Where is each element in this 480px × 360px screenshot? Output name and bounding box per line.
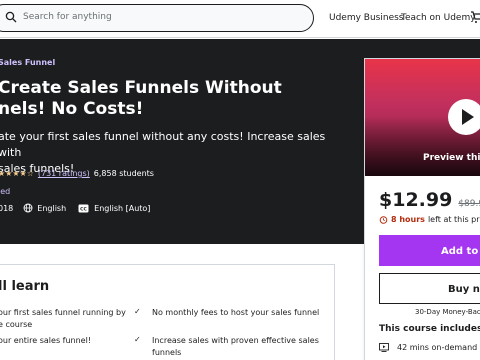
learn-item: our entire sales funnel!: [0, 335, 128, 347]
alarm-clock-icon: [379, 216, 388, 224]
search-icon[interactable]: [5, 11, 17, 23]
learn-item-text: our entire sales funnel!: [0, 336, 92, 345]
preview-label[interactable]: Preview this c: [423, 153, 480, 163]
play-icon[interactable]: [448, 99, 480, 135]
checkmark-icon: ✓: [134, 307, 141, 316]
what-youll-learn-heading: ll learn: [0, 279, 50, 294]
svg-text:CC: CC: [80, 206, 87, 212]
search-bar[interactable]: Search for anything: [0, 4, 314, 32]
price-timer: 8 hours left at this price!: [379, 215, 480, 224]
breadcrumb-sales-funnel[interactable]: Sales Funnel: [0, 58, 55, 67]
timer-hours: 8 hours: [391, 215, 425, 224]
learn-item-text: our first sales funnel running by: [0, 308, 126, 317]
top-navigation-bar: Search for anything Udemy Business Teach…: [0, 0, 480, 38]
course-title-line-1: Create Sales Funnels Without: [0, 78, 282, 98]
search-input[interactable]: Search for anything: [23, 12, 112, 22]
course-meta-row: 018 English CC English [Auto]: [0, 203, 150, 213]
udemy-business-link[interactable]: Udemy Business: [329, 13, 403, 23]
learn-item: Increase sales with proven effective sal…: [152, 335, 332, 359]
purchase-card: Preview this c $12.99 $89.99 8 8 hours l…: [364, 58, 480, 360]
globe-icon: [23, 203, 33, 213]
learn-item-text: Increase sales with proven effective sal…: [152, 336, 319, 345]
course-language: English: [37, 203, 67, 213]
last-updated: 018: [0, 203, 14, 213]
buy-now-button[interactable]: Buy now: [379, 273, 480, 304]
learn-item-text: No monthly fees to host your sales funne…: [152, 308, 320, 317]
course-title: Create Sales Funnels Without nels! No Co…: [0, 78, 298, 120]
current-price: $12.99: [379, 189, 453, 211]
ratings-link[interactable]: (731 ratings): [38, 169, 90, 178]
learn-item: our first sales funnel running by e cour…: [0, 307, 128, 331]
include-video-text: 42 mins on-demand vi: [397, 343, 480, 352]
instructor-link[interactable]: ied: [0, 187, 10, 196]
course-includes-heading: This course includes:: [379, 324, 480, 334]
price-row: $12.99 $89.99 8: [379, 189, 480, 211]
checkmark-icon: ✓: [134, 335, 141, 344]
include-video-item: 42 mins on-demand vi: [379, 343, 480, 352]
course-subtitle-line-1: ate your first sales funnel without any …: [0, 130, 326, 159]
learn-item-text: e course: [0, 320, 33, 329]
closed-captions-icon: CC: [78, 204, 89, 212]
add-to-cart-button[interactable]: Add to ca: [379, 235, 480, 266]
money-back-guarantee: 30-Day Money-Back: [415, 308, 480, 316]
learn-item-text: funnels: [152, 348, 182, 357]
learn-item: No monthly fees to host your sales funne…: [152, 307, 332, 319]
video-icon: [379, 343, 389, 352]
course-preview-video[interactable]: Preview this c: [365, 59, 480, 176]
course-title-line-2: nels! No Costs!: [0, 99, 144, 119]
teach-on-udemy-link[interactable]: Teach on Udemy: [401, 13, 476, 23]
timer-text: left at this price!: [427, 215, 480, 224]
rating-row: ★★★★☆ (731 ratings) 6,858 students: [0, 169, 154, 178]
cart-icon[interactable]: [470, 10, 480, 24]
course-captions: English [Auto]: [94, 203, 151, 213]
star-rating-icon: ★★★★☆: [0, 169, 34, 178]
original-price: $89.99: [458, 199, 480, 209]
students-count: 6,858 students: [93, 169, 154, 178]
